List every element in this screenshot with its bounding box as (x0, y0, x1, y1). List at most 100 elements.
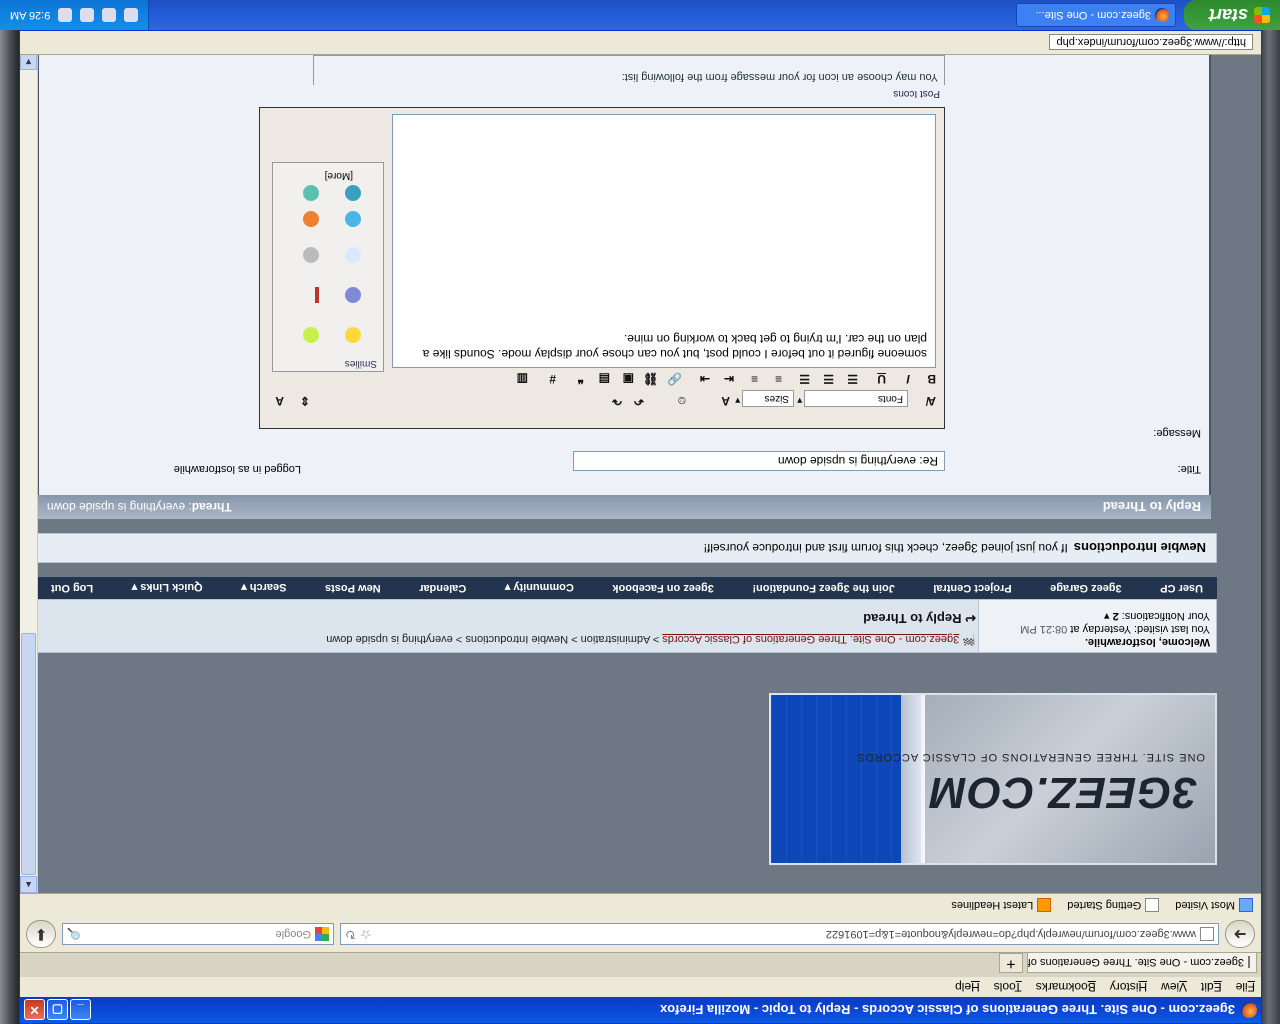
nav-foundation[interactable]: Join the 3geez Foundation! (752, 582, 894, 594)
text-color-icon[interactable]: A (721, 394, 730, 408)
code-icon[interactable]: # (549, 372, 556, 386)
insert-image-icon[interactable]: ▣ (623, 372, 634, 386)
smilie-icon[interactable] (345, 211, 361, 227)
bold-button[interactable]: B (927, 372, 936, 386)
smilies-more-link[interactable]: [More] (325, 170, 353, 181)
search-bar[interactable]: Google 🔍 (62, 923, 334, 945)
volume-icon[interactable] (58, 8, 73, 22)
ordered-list-icon[interactable]: ≡ (775, 372, 782, 386)
indent-icon[interactable]: ⇥ (700, 372, 710, 386)
search-input[interactable]: Google (85, 928, 311, 940)
bookmark-latest-headlines[interactable]: Latest Headlines (951, 898, 1052, 912)
remove-format-icon[interactable]: A̸ (927, 394, 936, 408)
url-bar[interactable]: www.3geez.com/forum/newreply.php?do=newr… (340, 923, 1219, 945)
italic-button[interactable]: I (907, 372, 910, 386)
breadcrumb-thread[interactable]: everything is upside down (326, 633, 453, 645)
nav-quick-links[interactable]: Quick Links ▾ (132, 582, 203, 595)
nav-project-central[interactable]: Project Central (933, 582, 1011, 594)
outdent-icon[interactable]: ⇤ (724, 372, 734, 386)
smilie-icon[interactable] (345, 327, 361, 343)
breadcrumb-newbie[interactable]: Newbie Introductions (465, 633, 568, 645)
remove-link-icon[interactable]: ⛓ (643, 372, 658, 386)
smilie-icon[interactable] (303, 211, 319, 227)
scroll-down-arrow[interactable]: ▼ (20, 53, 37, 70)
smilie-icon[interactable] (303, 247, 319, 263)
smilie-icon[interactable] (345, 287, 361, 303)
nav-search[interactable]: Search ▾ (241, 582, 286, 595)
quote-icon[interactable]: ❝ (578, 372, 584, 386)
menu-bookmarks[interactable]: Bookmarks (1036, 980, 1096, 994)
sizes-dropdown[interactable]: Sizes (742, 390, 794, 407)
smilie-icon[interactable]: ☺ (676, 394, 688, 408)
menu-view[interactable]: View (1161, 980, 1187, 994)
nav-user-cp[interactable]: User CP (1160, 582, 1203, 594)
help-icon[interactable] (124, 8, 139, 22)
firefox-icon (1155, 8, 1169, 22)
breadcrumb-home[interactable]: 3geez.com - One Site. Three Generations … (662, 633, 959, 645)
message-textarea[interactable]: someone figured it out before I could po… (392, 114, 936, 368)
scroll-up-arrow[interactable]: ▲ (20, 876, 37, 893)
resize-arrows-icon[interactable]: ⇕ (300, 394, 310, 408)
nav-garage[interactable]: 3geez Garage (1050, 582, 1122, 594)
smilie-icon[interactable] (345, 185, 361, 201)
menu-help[interactable]: Help (955, 980, 980, 994)
menu-tools[interactable]: Tools (994, 980, 1022, 994)
rss-icon (1037, 898, 1052, 912)
nav-log-out[interactable]: Log Out (51, 582, 93, 594)
menu-edit[interactable]: Edit (1201, 980, 1222, 994)
chevron-down-icon[interactable]: ▾ (797, 395, 802, 406)
bookmark-star-icon[interactable]: ☆ (360, 926, 372, 942)
unordered-list-icon[interactable]: ≡ (751, 372, 758, 386)
chevron-left-icon[interactable] (80, 8, 95, 22)
php-icon[interactable]: ▥ (517, 372, 528, 386)
align-center-icon[interactable]: ☰ (823, 372, 834, 386)
reload-icon[interactable]: ↻ (345, 926, 356, 942)
close-button[interactable]: ✕ (24, 999, 45, 1021)
smilie-icon[interactable] (315, 287, 319, 303)
maximize-button[interactable]: ▢ (47, 999, 68, 1021)
notifications-count[interactable]: 2 (1113, 610, 1119, 622)
tab-3geez[interactable]: 3geez.com - One Site. Three Generations … (1027, 953, 1257, 973)
download-button[interactable]: ⬇ (26, 920, 56, 948)
username-link[interactable]: lostforawhile. (1085, 636, 1156, 648)
google-icon[interactable] (315, 927, 329, 941)
start-button[interactable]: start (1184, 0, 1280, 30)
back-button[interactable]: ➜ (1225, 920, 1255, 948)
title-bar[interactable]: 3geez.com - One Site. Three Generations … (20, 997, 1261, 1023)
chevron-down-icon[interactable]: ▾ (735, 395, 740, 406)
vertical-scrollbar[interactable]: ▲ ▼ (20, 53, 38, 893)
chevron-down-icon[interactable]: ▾ (1104, 610, 1110, 622)
insert-link-icon[interactable]: 🔗 (667, 372, 682, 386)
menu-file[interactable]: File (1236, 980, 1255, 994)
undo-icon[interactable]: ↶ (634, 394, 644, 408)
title-input[interactable]: Re: everything is upside down (573, 451, 945, 471)
redo-icon[interactable]: ↷ (612, 394, 622, 408)
notifications-label[interactable]: Your Notifications: (1119, 610, 1210, 622)
nav-facebook[interactable]: 3geez on Facebook (612, 582, 713, 594)
bookmark-most-visited[interactable]: Most Visited (1175, 898, 1253, 912)
site-logo[interactable]: 3GEEZ.COM ONE SITE. THREE GENERATIONS OF… (769, 693, 1217, 865)
smilie-icon[interactable] (303, 327, 319, 343)
nav-calendar[interactable]: Calendar (419, 582, 466, 594)
scrollbar-thumb[interactable] (21, 633, 36, 875)
menu-history[interactable]: History (1110, 980, 1147, 994)
align-left-icon[interactable]: ☰ (847, 372, 858, 386)
nav-community[interactable]: Community ▾ (505, 582, 574, 595)
breadcrumb-administration[interactable]: Administration (581, 633, 651, 645)
smilie-icon[interactable] (345, 247, 361, 263)
smilie-icon[interactable] (303, 185, 319, 201)
bookmark-getting-started[interactable]: Getting Started (1067, 898, 1160, 912)
thread-label: Thread (191, 500, 232, 514)
clock[interactable]: 9:26 AM (10, 9, 50, 21)
switch-mode-icon[interactable]: A (275, 394, 284, 408)
usb-icon[interactable] (102, 8, 117, 22)
underline-button[interactable]: U (877, 372, 886, 386)
new-tab-button[interactable]: + (999, 953, 1023, 973)
fonts-dropdown[interactable]: Fonts (804, 390, 908, 407)
search-magnifier-icon[interactable]: 🔍 (67, 928, 81, 941)
nav-new-posts[interactable]: New Posts (325, 582, 381, 594)
align-right-icon[interactable]: ☰ (799, 372, 810, 386)
taskbar-firefox-item[interactable]: 3geez.com - One Site... (1016, 3, 1176, 27)
minimize-button[interactable]: _ (70, 999, 91, 1021)
insert-image-upload-icon[interactable]: ▤ (599, 372, 610, 386)
